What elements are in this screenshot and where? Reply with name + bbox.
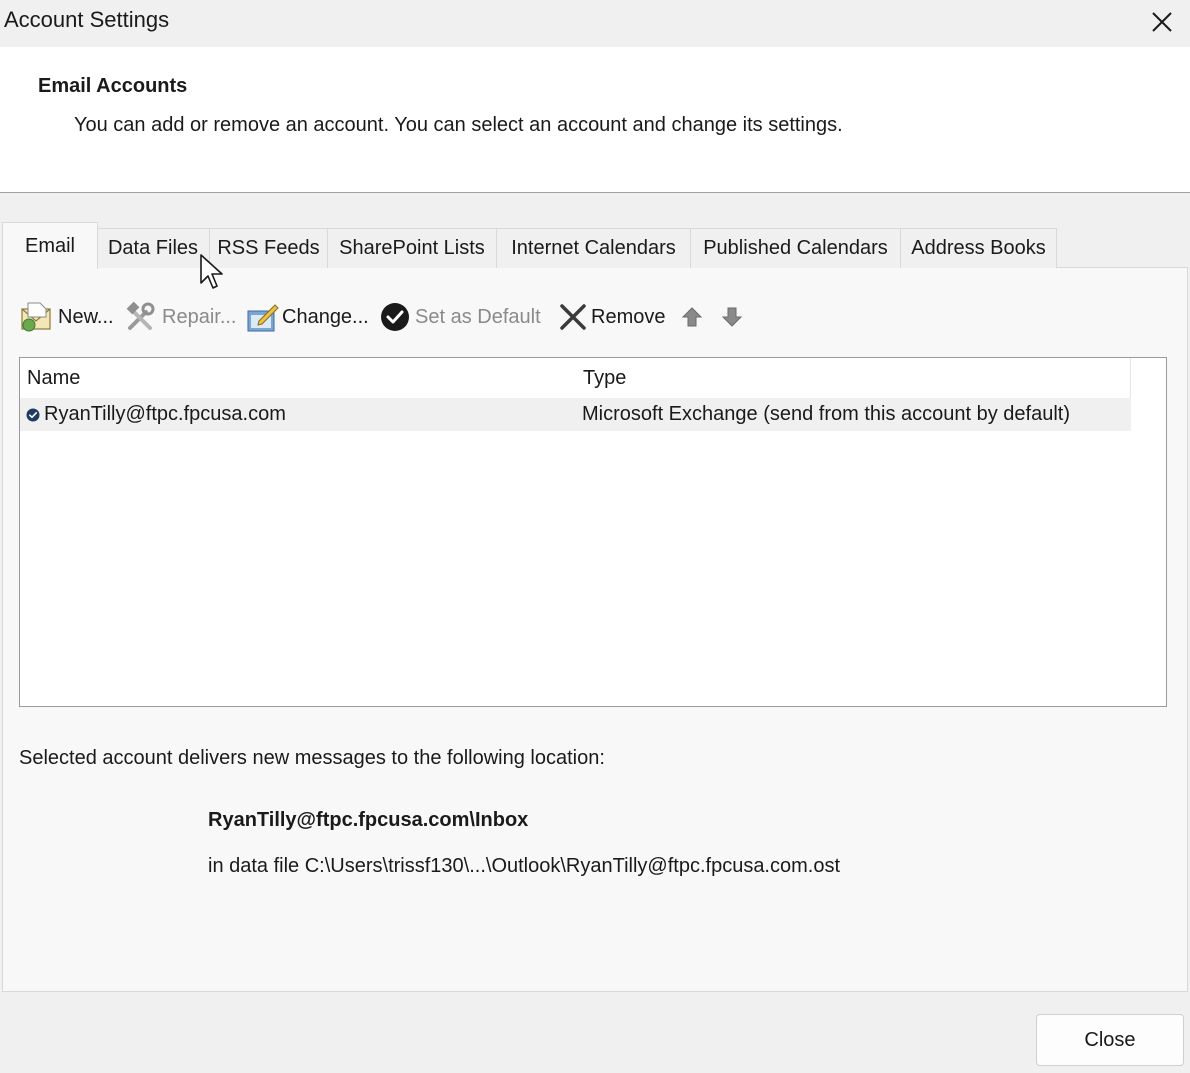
remove-label: Remove	[591, 305, 666, 328]
new-account-label: New...	[58, 305, 114, 328]
tab-published-calendars[interactable]: Published Calendars	[690, 228, 901, 268]
column-label: Type	[583, 366, 627, 389]
close-button[interactable]: Close	[1036, 1014, 1184, 1066]
column-label: Name	[27, 366, 81, 389]
tab-label: SharePoint Lists	[339, 237, 485, 259]
account-name: RyanTilly@ftpc.fpcusa.com	[44, 403, 286, 425]
tab-address-books[interactable]: Address Books	[900, 228, 1057, 268]
tab-label: Data Files	[107, 237, 199, 259]
close-icon	[1152, 12, 1172, 32]
repair-button[interactable]: Repair...	[124, 298, 236, 336]
change-account-icon	[247, 304, 279, 332]
column-header-type[interactable]: Type	[576, 358, 1131, 398]
delivery-label: Selected account delivers new messages t…	[19, 747, 605, 769]
window-title: Account Settings	[4, 7, 170, 32]
section-title: Email Accounts	[38, 75, 188, 97]
column-header-name[interactable]: Name	[20, 358, 576, 398]
tab-label: Address Books	[911, 237, 1046, 259]
tab-label: RSS Feeds	[217, 237, 320, 259]
accounts-toolbar: New... Repair... Change... Set as Defaul…	[18, 298, 778, 336]
up-arrow-icon	[681, 307, 703, 327]
move-down-button[interactable]	[720, 298, 744, 336]
new-email-icon	[21, 302, 51, 332]
account-type: Microsoft Exchange (send from this accou…	[582, 403, 1071, 425]
table-row[interactable]: RyanTilly@ftpc.fpcusa.com Microsoft Exch…	[20, 398, 1131, 431]
section-description: You can add or remove an account. You ca…	[74, 114, 843, 136]
close-button-label: Close	[1084, 1028, 1136, 1051]
column-divider	[1130, 358, 1131, 398]
header-panel: Email Accounts You can add or remove an …	[0, 47, 1190, 193]
tab-label: Email	[24, 235, 75, 257]
checkmark-circle-icon	[381, 303, 409, 331]
repair-label: Repair...	[162, 305, 237, 328]
change-label: Change...	[282, 305, 369, 328]
tab-strip: Email Data Files RSS Feeds SharePoint Li…	[2, 222, 1188, 269]
tab-sharepoint-lists[interactable]: SharePoint Lists	[327, 228, 497, 268]
remove-x-icon	[560, 304, 586, 330]
new-account-button[interactable]: New...	[20, 298, 114, 336]
change-button[interactable]: Change...	[245, 298, 369, 336]
remove-button[interactable]: Remove	[558, 298, 665, 336]
delivery-data-file: in data file C:\Users\trissf130\...\Outl…	[208, 855, 841, 877]
default-account-badge-icon	[26, 408, 40, 421]
close-window-button[interactable]	[1144, 4, 1180, 40]
tab-email[interactable]: Email	[2, 222, 98, 269]
repair-tools-icon	[126, 301, 155, 330]
tab-rss-feeds[interactable]: RSS Feeds	[209, 228, 328, 268]
set-as-default-label: Set as Default	[415, 305, 541, 328]
tab-data-files[interactable]: Data Files	[96, 228, 210, 268]
down-arrow-icon	[721, 307, 743, 327]
title-bar: Account Settings	[0, 0, 1190, 47]
account-name-cell: RyanTilly@ftpc.fpcusa.com	[26, 398, 286, 431]
tab-label: Internet Calendars	[511, 237, 676, 259]
set-as-default-button[interactable]: Set as Default	[379, 298, 541, 336]
tab-internet-calendars[interactable]: Internet Calendars	[496, 228, 691, 268]
accounts-list[interactable]: Name Type RyanTilly@ftpc.fpcusa.com Micr…	[19, 357, 1167, 707]
tab-label: Published Calendars	[703, 237, 888, 259]
account-settings-dialog: Account Settings Email Accounts You can …	[0, 0, 1190, 1073]
delivery-location: RyanTilly@ftpc.fpcusa.com\Inbox	[208, 809, 529, 831]
account-type-cell: Microsoft Exchange (send from this accou…	[582, 398, 1070, 431]
move-up-button[interactable]	[680, 298, 704, 336]
